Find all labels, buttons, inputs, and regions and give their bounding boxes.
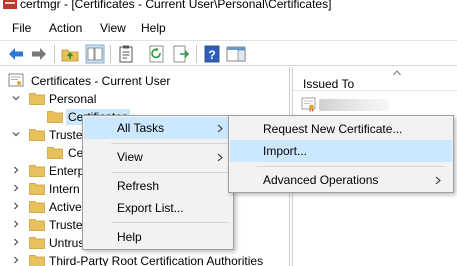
export-list-icon[interactable]: [171, 44, 191, 64]
folder-icon: [29, 93, 45, 105]
toolbar: ?: [0, 40, 457, 66]
menu-item-export-list[interactable]: Export List...: [84, 197, 232, 219]
properties-icon[interactable]: [116, 44, 136, 64]
menu-item-label: Import...: [263, 144, 308, 158]
menu-item-label: All Tasks: [117, 121, 165, 135]
chevron-right-icon[interactable]: [11, 237, 21, 247]
certificate-store-icon: [8, 73, 24, 87]
tree-item-label: Intern: [49, 182, 80, 196]
folder-icon: [29, 165, 45, 177]
menu-item-label: Refresh: [117, 179, 160, 193]
sort-ascending-icon: [393, 70, 401, 76]
tree-item-label: Active: [49, 200, 82, 214]
menu-item-all-tasks[interactable]: All Tasks: [84, 117, 232, 139]
submenu-arrow-icon: [217, 124, 223, 133]
chevron-right-icon[interactable]: [11, 201, 21, 211]
menu-view[interactable]: View: [100, 21, 126, 35]
forward-icon[interactable]: [29, 44, 49, 64]
tree-item-label: Truste: [49, 128, 83, 142]
certificate-icon: [301, 97, 316, 112]
window-title: certmgr - [Certificates - Current User\P…: [20, 0, 332, 11]
submenu-arrow-icon: [217, 153, 223, 162]
folder-icon: [29, 255, 45, 266]
show-action-pane-icon[interactable]: [226, 44, 246, 64]
certmgr-app-icon: [3, 0, 17, 9]
menu-item-request-new-certificate[interactable]: Request New Certificate...: [230, 118, 452, 140]
folder-icon: [47, 147, 63, 159]
chevron-down-icon[interactable]: [11, 93, 21, 103]
tree-item-label: Personal: [49, 92, 97, 106]
menu-action[interactable]: Action: [49, 21, 82, 35]
toolbar-separator: [110, 45, 111, 63]
folder-icon: [29, 237, 45, 249]
toolbar-separator: [196, 45, 197, 63]
tree-item-label: Untrus: [49, 236, 85, 250]
menu-separator: [111, 172, 229, 173]
menu-item-import[interactable]: Import...: [230, 140, 452, 162]
menu-item-label: Help: [117, 230, 142, 244]
menu-file[interactable]: File: [12, 21, 31, 35]
redacted-issued-to: [319, 99, 389, 111]
chevron-right-icon[interactable]: [11, 165, 21, 175]
menu-item-label: Export List...: [117, 201, 184, 215]
menu-help[interactable]: Help: [141, 21, 166, 35]
menu-separator: [111, 222, 229, 223]
menu-separator: [111, 143, 229, 144]
svg-text:?: ?: [208, 48, 215, 62]
list-item[interactable]: [301, 97, 451, 113]
menu-item-help[interactable]: Help: [84, 226, 232, 248]
folder-open-icon: [47, 111, 63, 123]
show-hide-tree-icon[interactable]: [85, 44, 105, 64]
menu-separator: [257, 166, 445, 167]
submenu-arrow-icon: [435, 176, 441, 185]
tree-root[interactable]: Certificates - Current User: [0, 72, 290, 90]
folder-icon: [29, 183, 45, 195]
tree-item-label: Truste: [49, 218, 83, 232]
tree-item-third-party-root[interactable]: Third-Party Root Certification Authoriti…: [0, 252, 290, 266]
menu-item-label: Advanced Operations: [263, 173, 379, 187]
menu-item-label: View: [117, 150, 143, 164]
chevron-right-icon[interactable]: [11, 255, 21, 265]
menu-item-advanced-operations[interactable]: Advanced Operations: [230, 169, 452, 191]
tree-item-label: Third-Party Root Certification Authoriti…: [49, 254, 264, 266]
tree-root-label: Certificates - Current User: [31, 74, 171, 88]
chevron-down-icon[interactable]: [11, 129, 21, 139]
up-folder-icon[interactable]: [60, 44, 80, 64]
column-header-label: Issued To: [303, 77, 355, 91]
chevron-right-icon[interactable]: [11, 219, 21, 229]
back-icon[interactable]: [6, 44, 26, 64]
menu-bar: File Action View Help: [0, 18, 457, 38]
chevron-right-icon[interactable]: [11, 183, 21, 193]
menu-item-refresh[interactable]: Refresh: [84, 175, 232, 197]
tree-item-personal[interactable]: Personal: [0, 90, 290, 108]
folder-icon: [29, 129, 45, 141]
toolbar-separator: [54, 45, 55, 63]
context-menu: All Tasks View Refresh Export List... He…: [82, 115, 234, 250]
menu-item-label: Request New Certificate...: [263, 122, 403, 136]
folder-icon: [29, 219, 45, 231]
all-tasks-submenu: Request New Certificate... Import... Adv…: [228, 115, 454, 193]
tree-item-label: Enterp: [49, 164, 85, 178]
column-header-issued-to[interactable]: Issued To: [293, 67, 457, 91]
refresh-icon[interactable]: [147, 44, 167, 64]
help-icon[interactable]: ?: [202, 44, 222, 64]
menu-item-view[interactable]: View: [84, 146, 232, 168]
folder-icon: [29, 201, 45, 213]
title-bar: certmgr - [Certificates - Current User\P…: [0, 0, 457, 14]
